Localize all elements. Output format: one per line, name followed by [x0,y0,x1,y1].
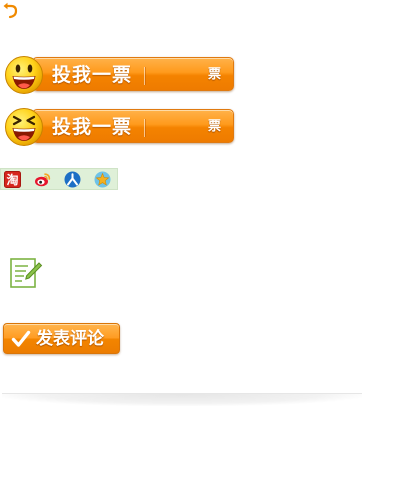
section-divider [2,393,362,406]
submit-comment-button[interactable]: 发表评论 [3,323,120,354]
vote-button-divider [144,119,145,137]
checkmark-icon [11,330,31,347]
edit-note-icon[interactable] [9,256,43,290]
vote-count-label: 票 [208,119,222,134]
share-bar: 淘 [0,168,118,190]
back-arrow-icon[interactable] [2,2,18,20]
qzone-icon[interactable] [94,171,111,188]
taobao-icon-label: 淘 [6,172,18,187]
submit-comment-label: 发表评论 [36,329,104,349]
laughing-face-icon [5,108,43,146]
weibo-icon[interactable] [34,171,51,188]
vote-button[interactable]: 投我一票 票 [4,107,234,147]
taobao-icon[interactable]: 淘 [4,171,21,188]
vote-button[interactable]: 投我一票 票 [4,55,234,95]
vote-count-label: 票 [208,67,222,82]
smiley-face-icon [5,56,43,94]
vote-button-divider [144,67,145,85]
renren-icon[interactable] [64,171,81,188]
vote-button-label: 投我一票 [52,64,133,86]
comment-widget: 投我一票 票 投我一票 票 淘 发表评论 [0,0,400,500]
vote-button-label: 投我一票 [52,116,133,138]
